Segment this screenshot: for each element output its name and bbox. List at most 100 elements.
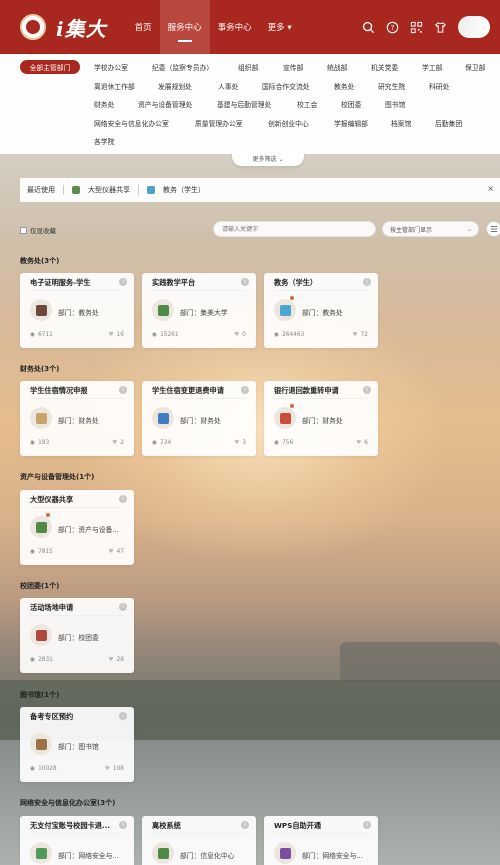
dept-filter-item[interactable]: 校团委 <box>341 99 361 109</box>
dept-filter-item[interactable]: 组织部 <box>238 62 258 72</box>
dept-filter-item[interactable]: 学校办公室 <box>94 62 128 72</box>
more-filter-button[interactable]: 更多筛选 ⌄ <box>232 150 304 166</box>
nav-affairs-center[interactable]: 事务中心 <box>210 0 260 54</box>
dept-filter-item[interactable]: 科研处 <box>429 81 449 91</box>
info-icon[interactable]: i <box>241 821 249 829</box>
card-stats: ◉ 7815 ♥ 47 <box>30 549 124 555</box>
search-icon[interactable] <box>362 21 375 34</box>
info-icon[interactable]: i <box>241 386 249 394</box>
view-count: 264463 <box>282 332 305 338</box>
info-icon[interactable]: i <box>241 278 249 286</box>
like-button[interactable]: ♥ 0 <box>234 332 246 338</box>
heart-icon: ♥ <box>234 440 240 446</box>
card-stats: ◉ 15261 ♥ 0 <box>152 332 246 338</box>
service-card[interactable]: 教务（学生） i 部门：教务处 ◉ 264463 ♥ 72 <box>264 273 378 348</box>
dept-filter-item[interactable]: 人事处 <box>218 81 238 91</box>
nav-home[interactable]: 首页 <box>127 0 160 54</box>
like-button[interactable]: ♥ 108 <box>105 766 124 772</box>
service-card[interactable]: 学生住宿情况申报 i 部门：财务处 ◉ 193 ♥ 2 <box>20 381 134 456</box>
dept-filter-item[interactable]: 教务处 <box>334 81 354 91</box>
close-icon[interactable]: × <box>487 184 494 193</box>
favorites-only-checkbox[interactable]: 仅显收藏 <box>20 225 56 235</box>
eye-icon: ◉ <box>152 332 158 338</box>
dept-filter-item[interactable]: 质量管理办公室 <box>195 118 243 128</box>
like-button[interactable]: ♥ 72 <box>352 332 368 338</box>
tshirt-icon[interactable] <box>434 21 447 34</box>
logo[interactable]: i集大 <box>20 13 107 42</box>
dept-filter-item[interactable]: 学报编辑部 <box>334 118 368 128</box>
dept-display-select-value: 按主管部门显示 <box>390 226 433 234</box>
dept-filter-item[interactable]: 机关党委 <box>371 62 398 72</box>
nav-more[interactable]: 更多 ▾ <box>260 0 300 54</box>
help-icon[interactable]: ? <box>386 21 399 34</box>
dept-filter-item[interactable]: 资产与设备管理处 <box>138 99 192 109</box>
dept-filter-item[interactable]: 国际合作交流处 <box>262 81 310 91</box>
view-count: 6711 <box>38 332 53 338</box>
service-card[interactable]: 大型仪器共享 i 部门：资产与设备... ◉ 7815 ♥ 47 <box>20 490 134 565</box>
like-button[interactable]: ♥ 2 <box>112 440 124 446</box>
dept-filter-item[interactable]: 学工部 <box>422 62 442 72</box>
info-icon[interactable]: i <box>119 386 127 394</box>
nav-service-center[interactable]: 服务中心 <box>159 0 210 54</box>
info-icon[interactable]: i <box>363 278 371 286</box>
info-icon[interactable]: i <box>119 821 127 829</box>
like-button[interactable]: ♥ 6 <box>356 440 368 446</box>
info-icon[interactable]: i <box>119 603 127 611</box>
section-title: 图书馆(1个) <box>20 691 60 699</box>
info-icon[interactable]: i <box>119 712 127 720</box>
service-card[interactable]: 银行退回款重转申请 i 部门：财务处 ◉ 756 ♥ 6 <box>264 381 378 456</box>
recent-item[interactable]: 大型仪器共享 <box>72 185 130 195</box>
dept-filter-item[interactable]: 统战部 <box>327 62 347 72</box>
info-icon[interactable]: i <box>119 495 127 503</box>
dept-filter-item[interactable]: 宣传部 <box>283 62 303 72</box>
qrcode-icon[interactable] <box>410 21 423 34</box>
like-button[interactable]: ♥ 28 <box>108 657 124 663</box>
dept-filter-item[interactable]: 创新创业中心 <box>268 118 309 128</box>
dept-filter-item[interactable]: 离退休工作部 <box>94 81 135 91</box>
info-icon[interactable]: i <box>363 386 371 394</box>
badge-icon <box>45 512 51 518</box>
card-stats: ◉ 6711 ♥ 16 <box>30 332 124 338</box>
dept-filter-item[interactable]: 网络安全与信息化办公室 <box>94 118 169 128</box>
like-button[interactable]: ♥ 3 <box>234 440 246 446</box>
eye-icon: ◉ <box>274 440 280 446</box>
dept-filter-item[interactable]: 档案馆 <box>391 118 411 128</box>
service-icon <box>30 407 52 429</box>
eye-icon: ◉ <box>30 549 36 555</box>
service-card[interactable]: 实践教学平台 i 部门：集美大学 ◉ 15261 ♥ 0 <box>142 273 256 348</box>
dept-filter-item[interactable]: 校工会 <box>297 99 317 109</box>
service-card[interactable]: 电子证明服务-学生 i 部门：教务处 ◉ 6711 ♥ 16 <box>20 273 134 348</box>
dept-filter-item[interactable]: 财务处 <box>94 99 114 109</box>
service-card[interactable]: 学生住宿变更退费申请 i 部门：财务处 ◉ 734 ♥ 3 <box>142 381 256 456</box>
like-button[interactable]: ♥ 16 <box>108 332 124 338</box>
service-card[interactable]: 备考专区预约 i 部门：图书馆 ◉ 10028 ♥ 108 <box>20 707 134 782</box>
service-card-dept: 部门：校团委 <box>58 634 99 642</box>
dept-filter-item[interactable]: 各学院 <box>94 136 114 146</box>
eye-icon: ◉ <box>152 440 158 446</box>
dept-filter-item[interactable]: 纪委（监察专员办） <box>152 62 213 72</box>
user-avatar[interactable] <box>458 16 490 38</box>
service-card[interactable]: 活动场地申请 i 部门：校团委 ◉ 2831 ♥ 28 <box>20 598 134 673</box>
recent-item[interactable]: 教务（学生） <box>147 185 205 195</box>
service-card[interactable]: 离校系统 i 部门：信息化中心 <box>142 816 256 865</box>
dept-filter-item[interactable]: 图书馆 <box>385 99 405 109</box>
eye-icon: ◉ <box>274 332 280 338</box>
dept-filter-item[interactable]: 发展规划处 <box>158 81 192 91</box>
dept-filter-item[interactable]: 研究生院 <box>378 81 405 91</box>
info-icon[interactable]: i <box>363 821 371 829</box>
dept-all-button[interactable]: 全部主管部门 <box>20 60 80 74</box>
heart-icon: ♥ <box>112 440 118 446</box>
instrument-icon <box>72 186 80 194</box>
list-view-toggle[interactable] <box>486 221 500 237</box>
dept-display-select[interactable]: 按主管部门显示 ⌄ <box>382 221 479 237</box>
search-input[interactable] <box>213 221 376 237</box>
dept-filter-item[interactable]: 保卫部 <box>465 62 485 72</box>
dept-filter-item[interactable]: 后勤集团 <box>435 118 462 128</box>
service-card[interactable]: WPS自助开通 i 部门：网络安全与... <box>264 816 378 865</box>
like-button[interactable]: ♥ 47 <box>108 549 124 555</box>
info-icon[interactable]: i <box>119 278 127 286</box>
dept-filter-item[interactable]: 基建与后勤管理处 <box>217 99 271 109</box>
recent-item-label: 大型仪器共享 <box>88 186 130 194</box>
service-card[interactable]: 无支付宝账号校园卡退... i 部门：网络安全与... <box>20 816 134 865</box>
checkbox-box[interactable] <box>20 226 27 234</box>
